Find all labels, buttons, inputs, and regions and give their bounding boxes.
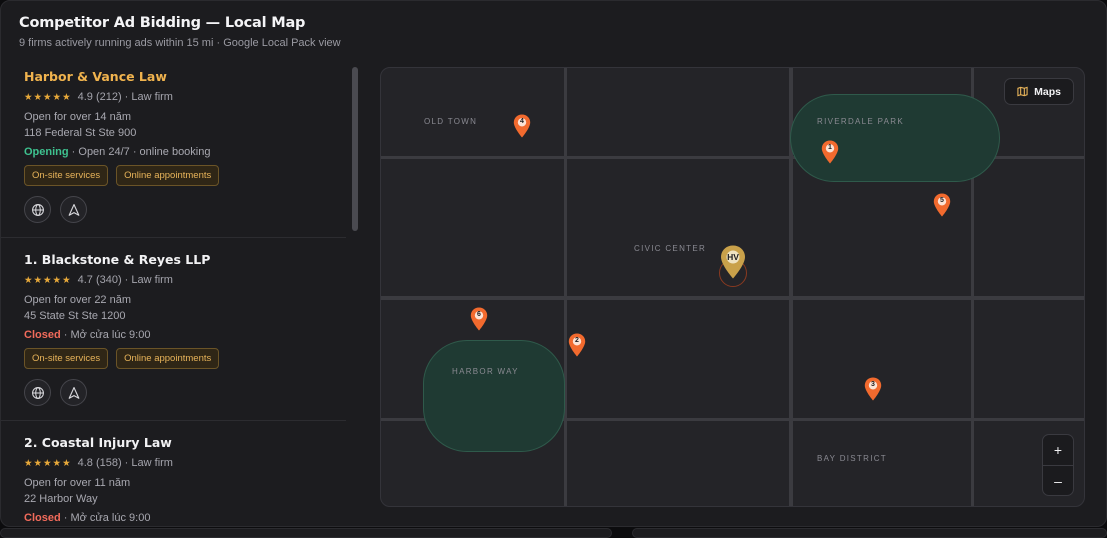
listing-actions xyxy=(24,379,346,406)
business-name[interactable]: 2. Coastal Injury Law xyxy=(24,435,346,450)
rating-text: 4.9 (212) · Law firm xyxy=(77,91,173,103)
directions-button[interactable] xyxy=(60,379,87,406)
list-item[interactable]: 1. Blackstone & Reyes LLP ★★★★★ 4.7 (340… xyxy=(1,238,346,421)
globe-icon xyxy=(31,203,44,216)
globe-icon xyxy=(31,386,44,399)
star-rating-icon: ★★★★★ xyxy=(24,457,72,469)
area-label-harbor-way: HARBOR WAY xyxy=(452,367,519,376)
service-tags: On-site services Online appointments xyxy=(24,348,346,369)
hours-text: · Open 24/7 · online booking xyxy=(68,146,211,158)
service-tags: On-site services Online appointments xyxy=(24,165,346,186)
status-badge: Closed xyxy=(24,329,61,341)
hours-text: · Mở cửa lúc 9:00 xyxy=(60,329,151,341)
card-header: Competitor Ad Bidding — Local Map 9 firm… xyxy=(19,15,341,49)
park-area-harbor-way xyxy=(423,340,565,452)
tag-on-site-services: On-site services xyxy=(24,165,109,186)
zoom-in-button[interactable]: + xyxy=(1043,435,1073,465)
competitor-pin-5[interactable]: 5 xyxy=(933,193,951,217)
own-business-pin[interactable]: HV xyxy=(720,245,746,279)
website-button[interactable] xyxy=(24,379,51,406)
status-row: Opening · Open 24/7 · online booking xyxy=(24,146,346,158)
business-tenure: Open for over 22 năm xyxy=(24,294,132,306)
card-subtitle: 9 firms actively running ads within 15 m… xyxy=(19,37,341,49)
zoom-out-button[interactable]: – xyxy=(1043,466,1073,495)
business-list[interactable]: Harbor & Vance Law ★★★★★ 4.9 (212) · Law… xyxy=(1,63,347,523)
map-road xyxy=(564,68,567,506)
business-name[interactable]: Harbor & Vance Law xyxy=(24,69,346,84)
competitor-pin-6[interactable]: 6 xyxy=(470,307,488,331)
card-title: Competitor Ad Bidding — Local Map xyxy=(19,15,306,31)
star-rating-icon: ★★★★★ xyxy=(24,91,72,103)
business-tenure: Open for over 11 năm xyxy=(24,477,131,489)
listing-actions xyxy=(24,196,346,223)
open-maps-button[interactable]: Maps xyxy=(1004,78,1074,105)
status-row: Closed · Mở cửa lúc 9:00 xyxy=(24,329,346,341)
map-road xyxy=(381,296,1084,300)
status-badge: Opening xyxy=(24,146,69,158)
star-rating-icon: ★★★★★ xyxy=(24,274,72,286)
competitor-pin-3[interactable]: 3 xyxy=(864,377,882,401)
business-address: 45 State St Ste 1200 xyxy=(24,310,126,322)
map-icon xyxy=(1017,86,1028,97)
website-button[interactable] xyxy=(24,196,51,223)
status-badge: Closed xyxy=(24,512,61,523)
tag-online-appointments: Online appointments xyxy=(116,165,220,186)
local-map[interactable]: OLD TOWN RIVERDALE PARK CIVIC CENTER HAR… xyxy=(380,67,1085,507)
rating-text: 4.7 (340) · Law firm xyxy=(77,274,173,286)
tag-on-site-services: On-site services xyxy=(24,348,109,369)
area-label-riverdale-park: RIVERDALE PARK xyxy=(817,117,904,126)
business-address: 118 Federal St Ste 900 xyxy=(24,127,137,139)
list-scrollbar[interactable] xyxy=(352,67,358,231)
competitor-pin-2[interactable]: 2 xyxy=(568,333,586,357)
business-name[interactable]: 1. Blackstone & Reyes LLP xyxy=(24,252,346,267)
competitor-map-card: Competitor Ad Bidding — Local Map 9 firm… xyxy=(0,0,1107,527)
tag-online-appointments: Online appointments xyxy=(116,348,220,369)
area-label-civic-center: CIVIC CENTER xyxy=(634,244,707,253)
park-area-riverdale xyxy=(790,94,1000,182)
zoom-controls: + – xyxy=(1042,434,1074,496)
competitor-pin-1[interactable]: 1 xyxy=(821,140,839,164)
rating-row: ★★★★★ 4.7 (340) · Law firm xyxy=(24,274,346,286)
rating-text: 4.8 (158) · Law firm xyxy=(77,457,173,469)
map-pin-icon xyxy=(721,245,745,279)
navigation-arrow-icon xyxy=(68,203,79,216)
next-card-edge xyxy=(0,528,612,538)
hours-text: · Mở cửa lúc 9:00 xyxy=(60,512,151,523)
business-address: 22 Harbor Way xyxy=(24,493,98,505)
directions-button[interactable] xyxy=(60,196,87,223)
navigation-arrow-icon xyxy=(68,386,79,399)
rating-row: ★★★★★ 4.9 (212) · Law firm xyxy=(24,91,346,103)
list-item[interactable]: 2. Coastal Injury Law ★★★★★ 4.8 (158) · … xyxy=(1,421,346,523)
list-item[interactable]: Harbor & Vance Law ★★★★★ 4.9 (212) · Law… xyxy=(1,63,346,238)
status-row: Closed · Mở cửa lúc 9:00 xyxy=(24,512,346,523)
rating-row: ★★★★★ 4.8 (158) · Law firm xyxy=(24,457,346,469)
business-tenure: Open for over 14 năm xyxy=(24,111,132,123)
competitor-pin-4[interactable]: 4 xyxy=(513,114,531,138)
maps-button-label: Maps xyxy=(1034,85,1061,98)
area-label-bay-district: BAY DISTRICT xyxy=(817,454,887,463)
next-card-edge xyxy=(632,528,1107,538)
area-label-old-town: OLD TOWN xyxy=(424,117,478,126)
